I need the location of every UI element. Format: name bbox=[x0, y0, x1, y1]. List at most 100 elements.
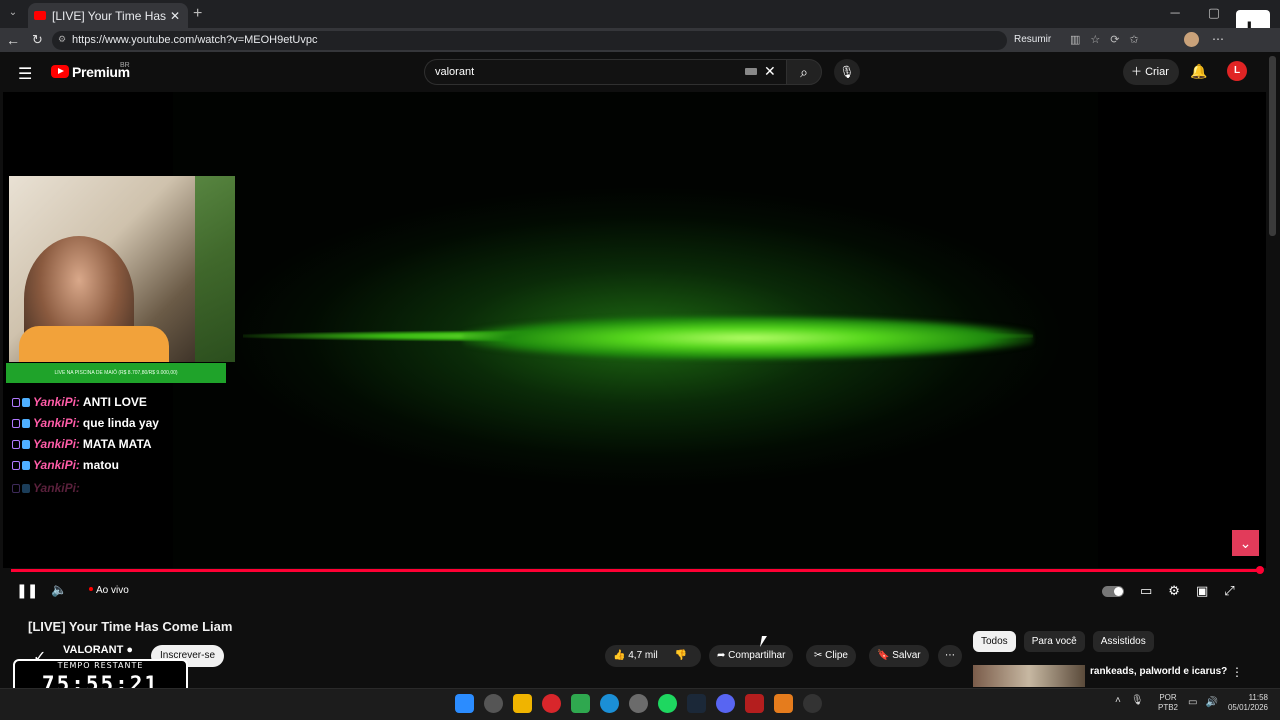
settings-gear-icon[interactable]: ⚙ bbox=[1168, 583, 1180, 599]
channel-name-text: VALORANT bbox=[63, 644, 124, 656]
twitch-badge-icon bbox=[12, 440, 20, 449]
chat-message: YankiPi: ANTI LOVE bbox=[12, 395, 147, 409]
windows-start-icon[interactable] bbox=[455, 694, 474, 713]
favorites-icon[interactable]: ✩ bbox=[1130, 33, 1139, 46]
browser-profile-avatar[interactable] bbox=[1184, 32, 1199, 47]
miniplayer-icon[interactable]: ▣ bbox=[1196, 583, 1208, 599]
tray-status: ▭ 🔊 bbox=[1188, 697, 1218, 708]
clear-search-icon[interactable]: ✕ bbox=[764, 63, 776, 80]
favorite-star-icon[interactable]: ☆ bbox=[1090, 33, 1100, 46]
autoplay-toggle[interactable] bbox=[1102, 586, 1124, 597]
recommendation-thumbnail[interactable] bbox=[973, 665, 1085, 687]
page-scrollbar[interactable] bbox=[1269, 56, 1276, 236]
site-info-icon[interactable]: ⚙ bbox=[58, 34, 66, 45]
spotify-icon[interactable] bbox=[658, 694, 677, 713]
timer-label: TEMPO RESTANTE bbox=[57, 661, 144, 670]
sub-badge-icon bbox=[22, 484, 30, 493]
twitch-badge-icon bbox=[12, 419, 20, 428]
browser-menu-icon[interactable]: ⋯ bbox=[1212, 32, 1224, 46]
chat-text: MATA MATA bbox=[82, 437, 152, 451]
window-controls: ─ ▢ bbox=[1170, 5, 1220, 21]
fullscreen-icon[interactable]: ⤢ bbox=[1224, 583, 1234, 599]
twitch-badge-icon bbox=[12, 398, 20, 407]
like-button[interactable]: 👍 4,7 mil bbox=[613, 650, 658, 661]
share-label: Compartilhar bbox=[728, 650, 786, 661]
file-explorer-icon[interactable] bbox=[513, 694, 532, 713]
subtitles-icon[interactable]: ▭ bbox=[1140, 583, 1152, 599]
chat-message: YankiPi: bbox=[12, 481, 83, 495]
chat-user: YankiPi: bbox=[33, 481, 80, 495]
avatar-app-icon[interactable] bbox=[629, 694, 648, 713]
address-bar[interactable]: ⚙ https://www.youtube.com/watch?v=MEOH9e… bbox=[52, 31, 1007, 50]
chat-message: YankiPi: MATA MATA bbox=[12, 437, 152, 451]
chat-text: que linda yay bbox=[82, 416, 159, 430]
sub-badge-icon bbox=[22, 440, 30, 449]
account-avatar[interactable]: L bbox=[1227, 61, 1247, 81]
tab-search-icon[interactable]: ⌄ bbox=[6, 7, 20, 21]
edge-browser-icon[interactable] bbox=[600, 694, 619, 713]
tab-title: [LIVE] Your Time Has Come Liam bbox=[52, 8, 168, 23]
browser-tab[interactable]: [LIVE] Your Time Has Come Liam ✕ bbox=[28, 3, 188, 28]
pause-button[interactable]: ❚❚ bbox=[16, 582, 38, 599]
green-light-core bbox=[463, 316, 1033, 360]
url-text: https://www.youtube.com/watch?v=MEOH9etU… bbox=[72, 34, 318, 46]
save-button[interactable]: 🔖 Salvar bbox=[869, 645, 929, 667]
speaker-icon[interactable]: 🔊 bbox=[1205, 697, 1217, 708]
green-editor-icon[interactable] bbox=[571, 694, 590, 713]
c-app-icon[interactable] bbox=[803, 694, 822, 713]
search-button[interactable]: ⌕ bbox=[786, 59, 822, 85]
red-app-icon[interactable] bbox=[542, 694, 561, 713]
thumbs-up-icon: 👍 bbox=[613, 650, 629, 661]
notifications-bell-icon[interactable]: 🔔 bbox=[1190, 63, 1207, 80]
steam-icon[interactable] bbox=[687, 694, 706, 713]
tray-chevron-icon[interactable]: ˄ bbox=[1115, 695, 1121, 706]
clock-app-icon[interactable] bbox=[484, 694, 503, 713]
clock-time: 11:58 bbox=[1248, 693, 1268, 702]
hamburger-menu-icon[interactable]: ☰ bbox=[18, 64, 32, 84]
minimize-icon[interactable]: ─ bbox=[1170, 5, 1179, 21]
clip-button[interactable]: ✂ Clipe bbox=[806, 645, 856, 667]
recommendation-title[interactable]: rankeads, palworld e icarus? bbox=[1090, 666, 1227, 677]
youtube-logo-icon[interactable] bbox=[51, 65, 69, 78]
more-actions-button[interactable]: ⋯ bbox=[938, 645, 962, 667]
maximize-icon[interactable]: ▢ bbox=[1208, 5, 1220, 21]
twitch-badge-icon bbox=[12, 484, 20, 493]
microphone-icon: 🎙 bbox=[839, 65, 855, 79]
create-button[interactable]: ＋ Criar bbox=[1123, 59, 1179, 85]
donation-goal-bar: LIVE NA PISCINA DE MAIÔ (R$ 8.707,80/R$ … bbox=[6, 363, 226, 383]
extensions-icon[interactable]: ⟳ bbox=[1110, 33, 1119, 46]
tab-close-icon[interactable]: ✕ bbox=[168, 9, 182, 23]
stream-app-icon[interactable] bbox=[745, 694, 764, 713]
chip-para-voce[interactable]: Para você bbox=[1023, 631, 1085, 652]
volume-icon[interactable]: 🔈 bbox=[51, 582, 67, 598]
live-indicator[interactable]: Ao vivo bbox=[89, 585, 129, 596]
language-indicator[interactable]: POR PTB2 bbox=[1158, 693, 1178, 713]
share-button[interactable]: ➦ Compartilhar bbox=[709, 645, 794, 667]
microphone-tray-icon[interactable]: 🎙 bbox=[1131, 695, 1144, 706]
discord-icon[interactable] bbox=[716, 694, 735, 713]
channel-name[interactable]: VALORANT ● bbox=[63, 644, 133, 656]
keyboard-icon[interactable] bbox=[745, 68, 757, 75]
sub-badge-icon bbox=[22, 398, 30, 407]
voice-search-button[interactable]: 🎙 bbox=[834, 59, 860, 85]
taskbar-clock[interactable]: 11:58 05/01/2026 bbox=[1226, 693, 1268, 713]
sub-badge-icon bbox=[22, 461, 30, 470]
tab-strip bbox=[0, 0, 1280, 28]
back-icon[interactable]: ← bbox=[6, 32, 20, 48]
new-tab-button[interactable]: + bbox=[193, 5, 202, 23]
orange-app-icon[interactable] bbox=[774, 694, 793, 713]
chat-user: YankiPi: bbox=[33, 458, 80, 472]
lang-layout: PTB2 bbox=[1158, 703, 1179, 712]
reload-icon[interactable]: ↻ bbox=[32, 32, 43, 48]
display-icon[interactable]: ▭ bbox=[1188, 697, 1197, 708]
like-count: 4,7 mil bbox=[628, 650, 658, 661]
progress-scrubber[interactable] bbox=[1256, 566, 1264, 574]
chip-assistidos[interactable]: Assistidos bbox=[1092, 631, 1154, 652]
chip-todos[interactable]: Todos bbox=[973, 631, 1016, 652]
dislike-button[interactable]: 👎 bbox=[674, 650, 686, 661]
recommendation-more-icon[interactable]: ⋮ bbox=[1231, 665, 1243, 679]
split-screen-icon[interactable]: ▥ bbox=[1070, 33, 1080, 46]
search-input[interactable]: valorant bbox=[424, 59, 786, 85]
resumir-button[interactable]: Resumir bbox=[1014, 34, 1051, 45]
video-progress-bar[interactable] bbox=[11, 569, 1261, 572]
